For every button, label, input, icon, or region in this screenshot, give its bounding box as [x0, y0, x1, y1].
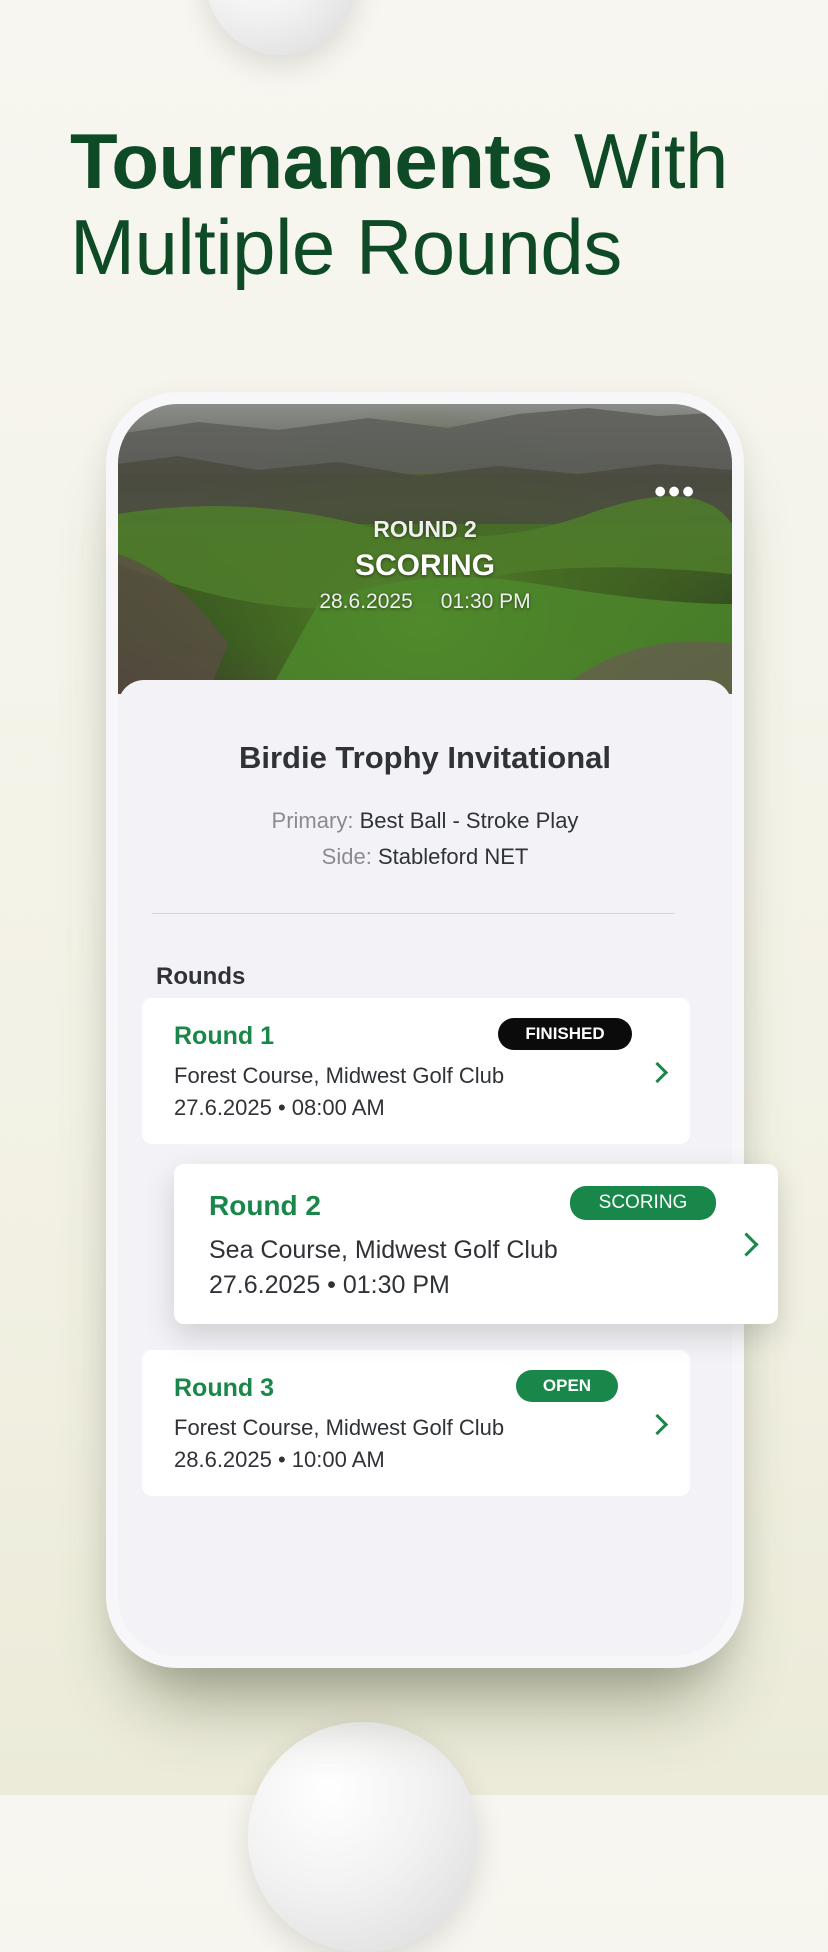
more-dots-icon[interactable]: ••• [654, 475, 696, 509]
side-label: Side: [321, 844, 372, 869]
headline-bold: Tournaments [70, 117, 553, 205]
chevron-right-icon[interactable] [646, 1061, 669, 1084]
status-badge-finished: FINISHED [498, 1018, 632, 1050]
headline-rest: With [552, 117, 729, 205]
side-format: Side: Stableford NET [118, 844, 732, 870]
hero-datetime: 28.6.2025 01:30 PM [118, 590, 732, 614]
chevron-right-icon[interactable] [734, 1232, 759, 1257]
divider [152, 913, 674, 914]
chevron-right-icon[interactable] [646, 1413, 669, 1436]
primary-value: Best Ball - Stroke Play [359, 808, 579, 833]
phone-mockup: ••• ROUND 2 SCORING 28.6.2025 01:30 PM Bi… [106, 392, 744, 1668]
golf-ball-decoration-bottom [248, 1722, 478, 1952]
headline-line2: Multiple Rounds [70, 203, 622, 291]
round-course: Sea Course, Midwest Golf Club [209, 1236, 558, 1264]
tournament-title: Birdie Trophy Invitational [238, 740, 612, 775]
round-card-3[interactable]: Round 3 OPEN Forest Course, Midwest Golf… [142, 1350, 690, 1496]
course-hero-image: ••• ROUND 2 SCORING 28.6.2025 01:30 PM [118, 404, 732, 694]
hero-date: 28.6.2025 [319, 590, 413, 613]
rounds-section-title: Rounds [156, 963, 246, 990]
round-card-1[interactable]: Round 1 FINISHED Forest Course, Midwest … [142, 998, 690, 1144]
marketing-headline: Tournaments With Multiple Rounds [70, 118, 728, 290]
round-course: Forest Course, Midwest Golf Club [174, 1415, 505, 1440]
side-value: Stableford NET [377, 844, 529, 869]
hero-round-label: ROUND 2 [373, 516, 477, 542]
golf-ball-decoration-top [206, 0, 356, 55]
hero-status: SCORING [354, 549, 495, 582]
primary-format: Primary: Best Ball - Stroke Play [118, 808, 732, 834]
round-datetime: 27.6.2025 • 01:30 PM [209, 1271, 450, 1299]
round-card-2-highlighted[interactable]: Round 2 SCORING Sea Course, Midwest Golf… [174, 1164, 778, 1324]
status-badge-scoring: SCORING [570, 1186, 716, 1220]
round-name: Round 2 [209, 1190, 321, 1221]
round-course: Forest Course, Midwest Golf Club [174, 1063, 505, 1088]
status-badge-open: OPEN [516, 1370, 618, 1402]
round-datetime: 27.6.2025 • 08:00 AM [174, 1095, 385, 1120]
round-datetime: 28.6.2025 • 10:00 AM [174, 1447, 385, 1472]
round-name: Round 1 [174, 1022, 274, 1050]
primary-label: Primary: [271, 808, 354, 833]
round-name: Round 3 [174, 1374, 274, 1402]
hero-time: 01:30 PM [440, 590, 531, 613]
